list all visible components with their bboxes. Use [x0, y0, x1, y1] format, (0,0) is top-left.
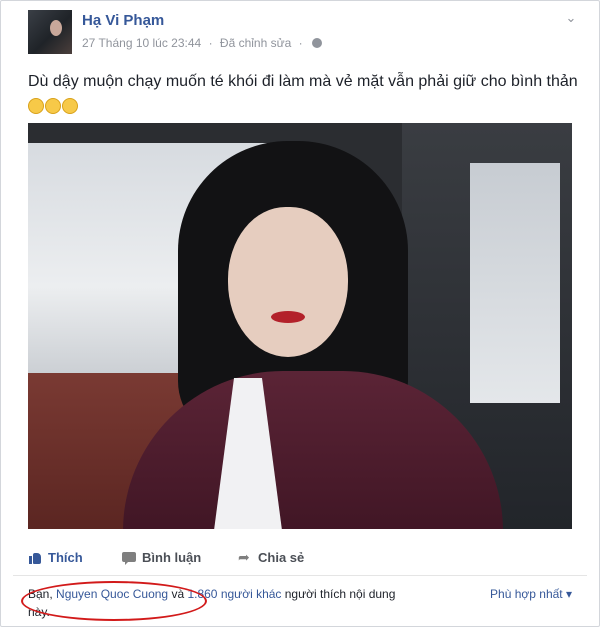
comment-icon — [122, 551, 136, 565]
share-label: Chia sẻ — [258, 550, 305, 565]
globe-icon[interactable] — [312, 38, 322, 48]
divider — [13, 575, 587, 576]
grimace-emoji-icon — [28, 97, 44, 114]
sort-comments-dropdown[interactable]: Phù hợp nhất ▾ — [490, 587, 572, 601]
thumbs-up-icon — [28, 551, 42, 565]
post-actions: Thích Bình luận Chia sẻ — [28, 549, 572, 570]
grimace-emoji-icon — [62, 97, 78, 114]
post-timestamp[interactable]: 27 Tháng 10 lúc 23:44 — [82, 36, 201, 50]
red-highlight-circle — [21, 581, 207, 621]
author-name[interactable]: Hạ Vi Phạm — [82, 12, 164, 29]
photo-side-window — [470, 163, 560, 403]
chevron-down-icon[interactable]: ⌄ — [563, 10, 579, 26]
avatar[interactable] — [28, 10, 72, 54]
share-icon — [238, 549, 252, 566]
like-button[interactable]: Thích — [28, 550, 83, 565]
likes-suffix: người thích nội dung — [281, 587, 396, 601]
meta-separator-2: · — [298, 36, 303, 50]
grimace-emoji-icon — [45, 97, 61, 114]
post-header: Hạ Vi Phạm 27 Tháng 10 lúc 23:44 · Đã ch… — [28, 10, 579, 58]
comment-button[interactable]: Bình luận — [122, 550, 201, 565]
post-text: Dù dậy muộn chạy muốn té khói đi làm mà … — [28, 71, 588, 117]
emoji-row — [28, 95, 79, 117]
post-photo[interactable] — [28, 123, 572, 529]
comment-label: Bình luận — [142, 550, 202, 565]
share-button[interactable]: Chia sẻ — [238, 549, 305, 566]
meta-separator: · — [208, 36, 213, 50]
edited-label[interactable]: Đã chỉnh sửa — [220, 36, 291, 50]
like-label: Thích — [48, 550, 83, 565]
post-body: Dù dậy muộn chạy muốn té khói đi làm mà … — [28, 73, 578, 90]
photo-face — [228, 207, 348, 357]
photo-lips — [271, 311, 305, 323]
post-meta: 27 Tháng 10 lúc 23:44 · Đã chỉnh sửa · — [82, 36, 322, 50]
facebook-post-card: Hạ Vi Phạm 27 Tháng 10 lúc 23:44 · Đã ch… — [0, 0, 600, 627]
